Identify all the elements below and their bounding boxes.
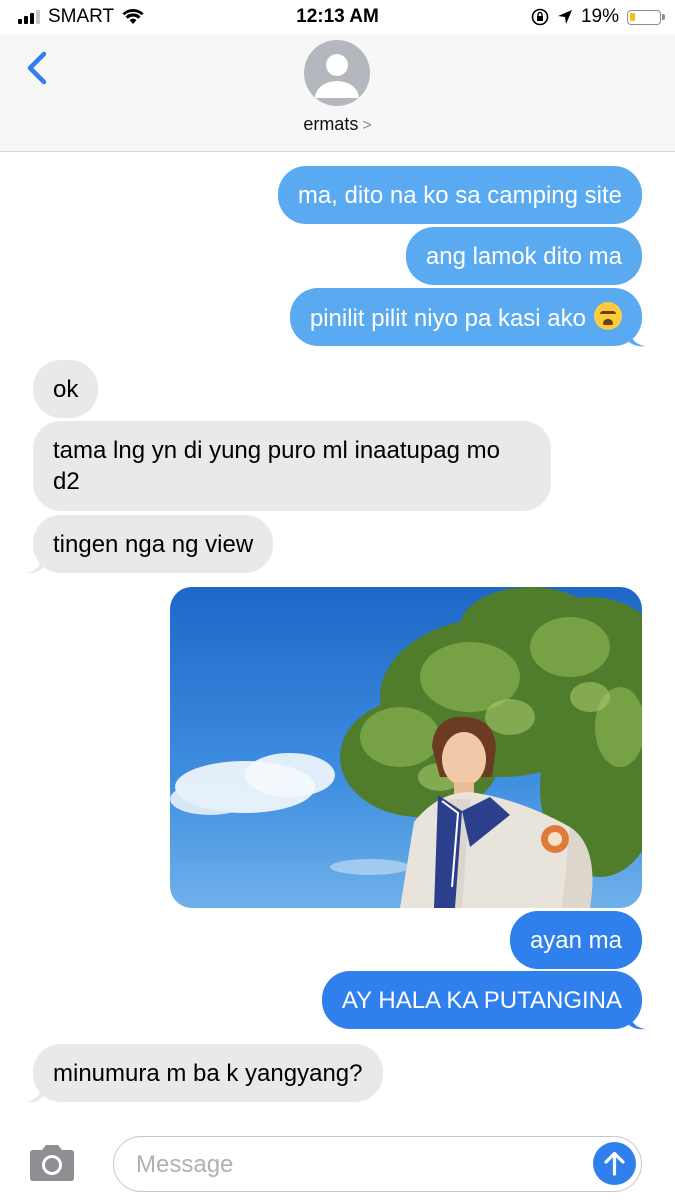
photo-image <box>170 587 642 908</box>
photo-attachment[interactable] <box>170 587 642 908</box>
message-text: ayan ma <box>529 927 622 954</box>
outgoing-message[interactable]: AY HALA KA PUTANGINA <box>321 971 642 1029</box>
bubble-tail-icon <box>25 1083 43 1103</box>
incoming-message[interactable]: tingen nga ng view <box>33 515 274 573</box>
outgoing-message[interactable]: ayan ma <box>509 911 642 969</box>
message-text: pinilit pilit niyo pa kasi ako <box>309 305 586 332</box>
message-text: tama lng yn di yung puro ml inaatupag mo… <box>53 437 500 495</box>
outgoing-message[interactable]: ma, dito na ko sa camping site <box>277 166 642 224</box>
location-icon <box>557 10 572 24</box>
outgoing-message[interactable]: pinilit pilit niyo pa kasi ako <box>289 288 642 346</box>
send-arrow-icon <box>604 1151 625 1176</box>
orientation-lock-icon <box>531 8 549 26</box>
message-text: ok <box>53 376 79 403</box>
message-text: tingen nga ng view <box>53 531 254 558</box>
message-text: AY HALA KA PUTANGINA <box>341 987 622 1014</box>
message-input[interactable] <box>134 1147 588 1183</box>
message-text: ang lamok dito ma <box>425 243 622 270</box>
incoming-message[interactable]: tama lng yn di yung puro ml inaatupag mo… <box>33 421 551 511</box>
weary-face-emoji-icon <box>594 302 622 330</box>
battery-icon <box>627 9 665 25</box>
chevron-right-icon: > <box>362 117 372 134</box>
contact-name: ermats <box>303 114 359 134</box>
message-input-container[interactable] <box>113 1136 642 1192</box>
message-text: minumura m ba k yangyang? <box>53 1060 363 1087</box>
outgoing-message[interactable]: ang lamok dito ma <box>405 227 642 285</box>
incoming-message[interactable]: ok <box>33 360 99 418</box>
bubble-tail-icon <box>628 327 646 347</box>
back-chevron-icon[interactable] <box>22 46 62 90</box>
send-button[interactable] <box>593 1142 636 1185</box>
incoming-message[interactable]: minumura m ba k yangyang? <box>33 1044 383 1102</box>
message-text: ma, dito na ko sa camping site <box>297 182 622 209</box>
contact-avatar-icon[interactable] <box>304 40 370 106</box>
status-right: 19% <box>531 6 665 28</box>
bubble-tail-icon <box>628 1010 646 1030</box>
contact-name-button[interactable]: ermats > <box>0 114 675 135</box>
camera-icon[interactable] <box>26 1143 78 1183</box>
conversation-header: ermats > <box>0 34 675 152</box>
status-bar: SMART 12:13 AM 19% <box>0 0 675 34</box>
bubble-tail-icon <box>25 554 43 574</box>
battery-percent: 19% <box>580 6 619 27</box>
